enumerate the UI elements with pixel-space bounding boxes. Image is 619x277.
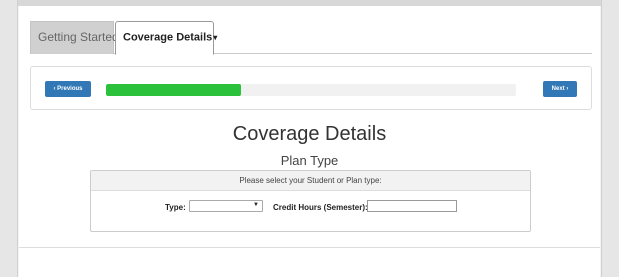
credit-hours-input[interactable] xyxy=(367,200,457,212)
right-margin xyxy=(601,0,619,277)
form-instruction: Please select your Student or Plan type: xyxy=(91,171,530,191)
tab-coverage-details[interactable]: Coverage Details▾ xyxy=(115,21,218,55)
form-row: Type: ▼ Credit Hours (Semester): xyxy=(91,200,530,216)
tab-getting-started[interactable]: Getting Started▾ xyxy=(30,21,124,54)
wizard-nav: ‹ Previous Next › xyxy=(30,66,592,110)
type-select[interactable]: ▼ xyxy=(189,200,263,212)
content-panel: Getting Started▾ Coverage Details▾ ‹ Pre… xyxy=(19,6,600,277)
dropdown-arrow-icon: ▼ xyxy=(253,202,259,208)
panel-divider xyxy=(19,247,600,248)
page-title: Coverage Details xyxy=(232,123,387,145)
tab-label: Getting Started xyxy=(38,30,119,44)
progress-fill xyxy=(106,84,242,96)
tab-bar: Getting Started▾ Coverage Details▾ xyxy=(30,21,592,55)
plan-type-form: Please select your Student or Plan type:… xyxy=(90,170,531,232)
tab-label: Coverage Details xyxy=(123,31,213,44)
progress-bar xyxy=(106,84,516,96)
type-label: Type: xyxy=(165,203,186,212)
next-button[interactable]: Next › xyxy=(543,81,577,97)
credit-hours-label: Credit Hours (Semester): xyxy=(273,203,368,212)
section-title: Plan Type xyxy=(280,153,339,168)
left-margin xyxy=(0,0,18,277)
previous-button[interactable]: ‹ Previous xyxy=(45,81,91,97)
caret-down-icon: ▾ xyxy=(213,33,218,42)
